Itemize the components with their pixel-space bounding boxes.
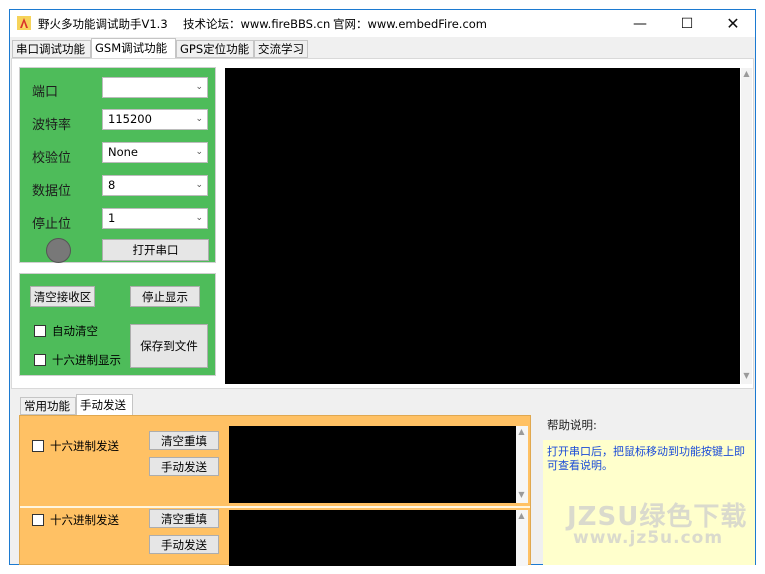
chevron-down-icon: ⌄ bbox=[195, 213, 203, 223]
auto-clear-label: 自动清空 bbox=[52, 324, 98, 338]
parity-select[interactable]: None ⌄ bbox=[102, 142, 208, 163]
maximize-button[interactable]: ☐ bbox=[664, 10, 710, 37]
manual-send-button[interactable]: 手动发送 bbox=[149, 535, 219, 554]
gsm-panel: 端口 ⌄ 波特率 115200 ⌄ 校验位 None ⌄ 数据位 8 ⌄ 停止位 bbox=[11, 58, 754, 389]
stopbits-value: 1 bbox=[108, 211, 116, 225]
app-window: 野火多功能调试助手V1.3 技术论坛：www.fireBBS.cn 官网：www… bbox=[9, 9, 756, 566]
close-button[interactable]: ✕ bbox=[710, 10, 756, 37]
website-url-text: 官网：www.embedFire.com bbox=[333, 17, 488, 31]
tab-gsm-debug[interactable]: GSM调试功能 bbox=[91, 38, 176, 59]
hex-send-label: 十六进制发送 bbox=[50, 439, 119, 453]
help-title: 帮助说明: bbox=[547, 418, 597, 432]
auto-clear-checkbox[interactable] bbox=[34, 325, 46, 337]
receive-display[interactable] bbox=[225, 68, 740, 384]
tab-common-functions[interactable]: 常用功能 bbox=[20, 397, 76, 415]
window-title: 野火多功能调试助手V1.3 bbox=[38, 17, 168, 31]
send-input-scrollbar[interactable]: ▲ bbox=[516, 510, 528, 566]
databits-select[interactable]: 8 ⌄ bbox=[102, 175, 208, 196]
port-select[interactable]: ⌄ bbox=[102, 77, 208, 98]
baud-label: 波特率 bbox=[32, 118, 72, 133]
chevron-down-icon: ⌄ bbox=[195, 114, 203, 124]
save-to-file-button[interactable]: 保存到文件 bbox=[130, 324, 208, 368]
stopbits-select[interactable]: 1 ⌄ bbox=[102, 208, 208, 229]
chevron-down-icon: ⌄ bbox=[195, 147, 203, 157]
chevron-down-icon: ⌄ bbox=[195, 82, 203, 92]
scroll-down-icon[interactable]: ▼ bbox=[516, 490, 527, 499]
watermark-url-text: www.jz5u.com bbox=[573, 528, 724, 548]
title-bar: 野火多功能调试助手V1.3 技术论坛：www.fireBBS.cn 官网：www… bbox=[10, 10, 755, 37]
help-text: 打开串口后，把鼠标移动到功能按键上即可查看说明。 bbox=[547, 445, 745, 472]
stopbits-label: 停止位 bbox=[32, 217, 72, 232]
tab-manual-send[interactable]: 手动发送 bbox=[76, 394, 133, 416]
scroll-up-icon[interactable]: ▲ bbox=[741, 69, 752, 78]
parity-label: 校验位 bbox=[32, 151, 72, 166]
hex-display-checkbox[interactable] bbox=[34, 354, 46, 366]
receive-scrollbar[interactable]: ▲ ▼ bbox=[741, 68, 752, 384]
send-input[interactable] bbox=[229, 426, 516, 503]
receive-control-group: 清空接收区 停止显示 自动清空 十六进制显示 保存到文件 bbox=[19, 273, 216, 376]
hex-display-label: 十六进制显示 bbox=[52, 353, 121, 367]
hex-send-label: 十六进制发送 bbox=[50, 513, 119, 527]
app-flame-icon bbox=[17, 16, 31, 30]
port-status-indicator bbox=[46, 238, 71, 263]
forum-url-text: 技术论坛：www.fireBBS.cn bbox=[183, 17, 331, 31]
open-port-button[interactable]: 打开串口 bbox=[102, 239, 209, 261]
tab-gps-location[interactable]: GPS定位功能 bbox=[176, 40, 254, 58]
databits-label: 数据位 bbox=[32, 184, 72, 199]
stop-display-button[interactable]: 停止显示 bbox=[130, 286, 200, 307]
scroll-up-icon[interactable]: ▲ bbox=[516, 427, 527, 436]
baud-select[interactable]: 115200 ⌄ bbox=[102, 109, 208, 130]
tab-exchange-learning[interactable]: 交流学习 bbox=[254, 40, 308, 58]
clear-refill-button[interactable]: 清空重填 bbox=[149, 509, 219, 528]
tab-serial-debug[interactable]: 串口调试功能 bbox=[12, 40, 91, 58]
port-label: 端口 bbox=[32, 85, 59, 100]
send-panel: 十六进制发送 清空重填 手动发送 ▲ ▼ 十六进制发送 清空重填 手动发送 ▲ bbox=[19, 415, 531, 566]
scroll-up-icon[interactable]: ▲ bbox=[516, 511, 527, 520]
baud-value: 115200 bbox=[108, 112, 152, 126]
hex-send-checkbox[interactable] bbox=[32, 440, 44, 452]
send-input[interactable] bbox=[229, 510, 516, 566]
send-row-divider bbox=[20, 506, 530, 508]
clear-receive-button[interactable]: 清空接收区 bbox=[30, 286, 95, 307]
minimize-button[interactable]: — bbox=[617, 10, 663, 37]
serial-config-group: 端口 ⌄ 波特率 115200 ⌄ 校验位 None ⌄ 数据位 8 ⌄ 停止位 bbox=[19, 67, 216, 263]
manual-send-button[interactable]: 手动发送 bbox=[149, 457, 219, 476]
parity-value: None bbox=[108, 145, 139, 159]
hex-send-checkbox[interactable] bbox=[32, 514, 44, 526]
send-input-scrollbar[interactable]: ▲ ▼ bbox=[516, 426, 528, 503]
databits-value: 8 bbox=[108, 178, 116, 192]
scroll-down-icon[interactable]: ▼ bbox=[741, 371, 752, 380]
clear-refill-button[interactable]: 清空重填 bbox=[149, 431, 219, 450]
chevron-down-icon: ⌄ bbox=[195, 180, 203, 190]
